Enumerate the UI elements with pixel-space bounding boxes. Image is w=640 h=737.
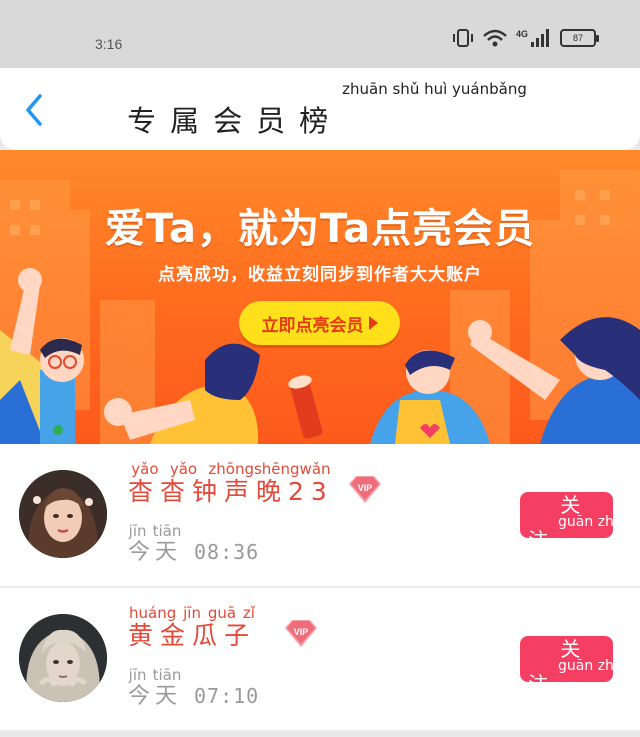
time-value: 07:10 xyxy=(194,684,260,708)
follow-button[interactable]: 关注guān zhù xyxy=(520,492,623,550)
wifi-icon xyxy=(483,29,507,47)
page-header: 专属会员榜zhuān shǔ huì yuánbǎng xyxy=(0,68,640,150)
member-name: 杳杳钟声晚23yǎo yǎo zhōngshēngwǎn xyxy=(128,460,334,506)
battery-icon: 87 xyxy=(560,29,599,47)
light-up-membership-button[interactable]: 立即点亮会员 xyxy=(239,301,400,345)
member-name-pinyin: huáng jīn guā zǐ xyxy=(128,604,256,622)
time-value: 08:36 xyxy=(194,540,260,564)
avatar[interactable] xyxy=(19,470,107,558)
list-item: 黄金瓜子huáng jīn guā zǐ VIP 今天jīn tiān 07:1… xyxy=(0,588,640,732)
banner-headline: 爱Ta，就为Ta点亮会员 xyxy=(104,206,536,252)
follow-label-pinyin: guān zhù xyxy=(558,658,623,674)
avatar-image xyxy=(19,470,107,558)
vip-diamond-icon: VIP xyxy=(349,476,381,503)
member-name-pinyin: yǎo yǎo zhōngshēngwǎn xyxy=(128,460,334,478)
follow-label-pinyin: guān zhù xyxy=(558,514,623,530)
vip-label: VIP xyxy=(294,627,309,637)
follow-label: 关注guān zhù xyxy=(528,637,623,696)
page-title-pinyin: zhuān shǔ huì yuánbǎng xyxy=(342,80,527,98)
member-list: 杳杳钟声晚23yǎo yǎo zhōngshēngwǎn VIP 今天jīn t… xyxy=(0,444,640,732)
status-bar: 3:16 4G 87 xyxy=(0,0,640,68)
follow-time: 今天jīn tiān 07:10 xyxy=(128,666,260,710)
avatar-image xyxy=(19,614,107,702)
vibrate-icon xyxy=(452,29,473,47)
signal-icon xyxy=(531,29,549,47)
member-name: 黄金瓜子huáng jīn guā zǐ xyxy=(128,604,257,650)
cta-label: 立即点亮会员 xyxy=(261,315,364,336)
banner-subtitle: 点亮成功，收益立刻同步到作者大大账户 xyxy=(158,265,482,285)
follow-button[interactable]: 关注guān zhù xyxy=(520,636,623,694)
banner-illustration xyxy=(0,170,640,444)
promo-banner[interactable]: 爱Ta，就为Ta点亮会员 点亮成功，收益立刻同步到作者大大账户 立即点亮会员 xyxy=(0,150,640,444)
title-wrap: 专属会员榜zhuān shǔ huì yuánbǎng xyxy=(0,80,640,140)
play-arrow-icon xyxy=(368,316,378,330)
status-time: 3:16 xyxy=(95,36,123,52)
time-label: 今天jīn tiān xyxy=(128,666,183,709)
follow-label: 关注guān zhù xyxy=(528,493,623,552)
time-label: 今天jīn tiān xyxy=(128,522,183,565)
vip-label: VIP xyxy=(358,483,373,493)
vip-diamond-icon: VIP xyxy=(285,620,317,647)
status-icons: 4G 87 xyxy=(452,28,599,48)
battery-level: 87 xyxy=(572,33,583,43)
avatar[interactable] xyxy=(19,614,107,702)
list-item: 杳杳钟声晚23yǎo yǎo zhōngshēngwǎn VIP 今天jīn t… xyxy=(0,444,640,588)
network-type: 4G xyxy=(515,29,528,39)
page-title: 专属会员榜zhuān shǔ huì yuánbǎng xyxy=(127,80,527,138)
time-label-pinyin: jīn tiān xyxy=(128,666,182,684)
follow-time: 今天jīn tiān 08:36 xyxy=(128,522,260,566)
time-label-pinyin: jīn tiān xyxy=(128,522,182,540)
